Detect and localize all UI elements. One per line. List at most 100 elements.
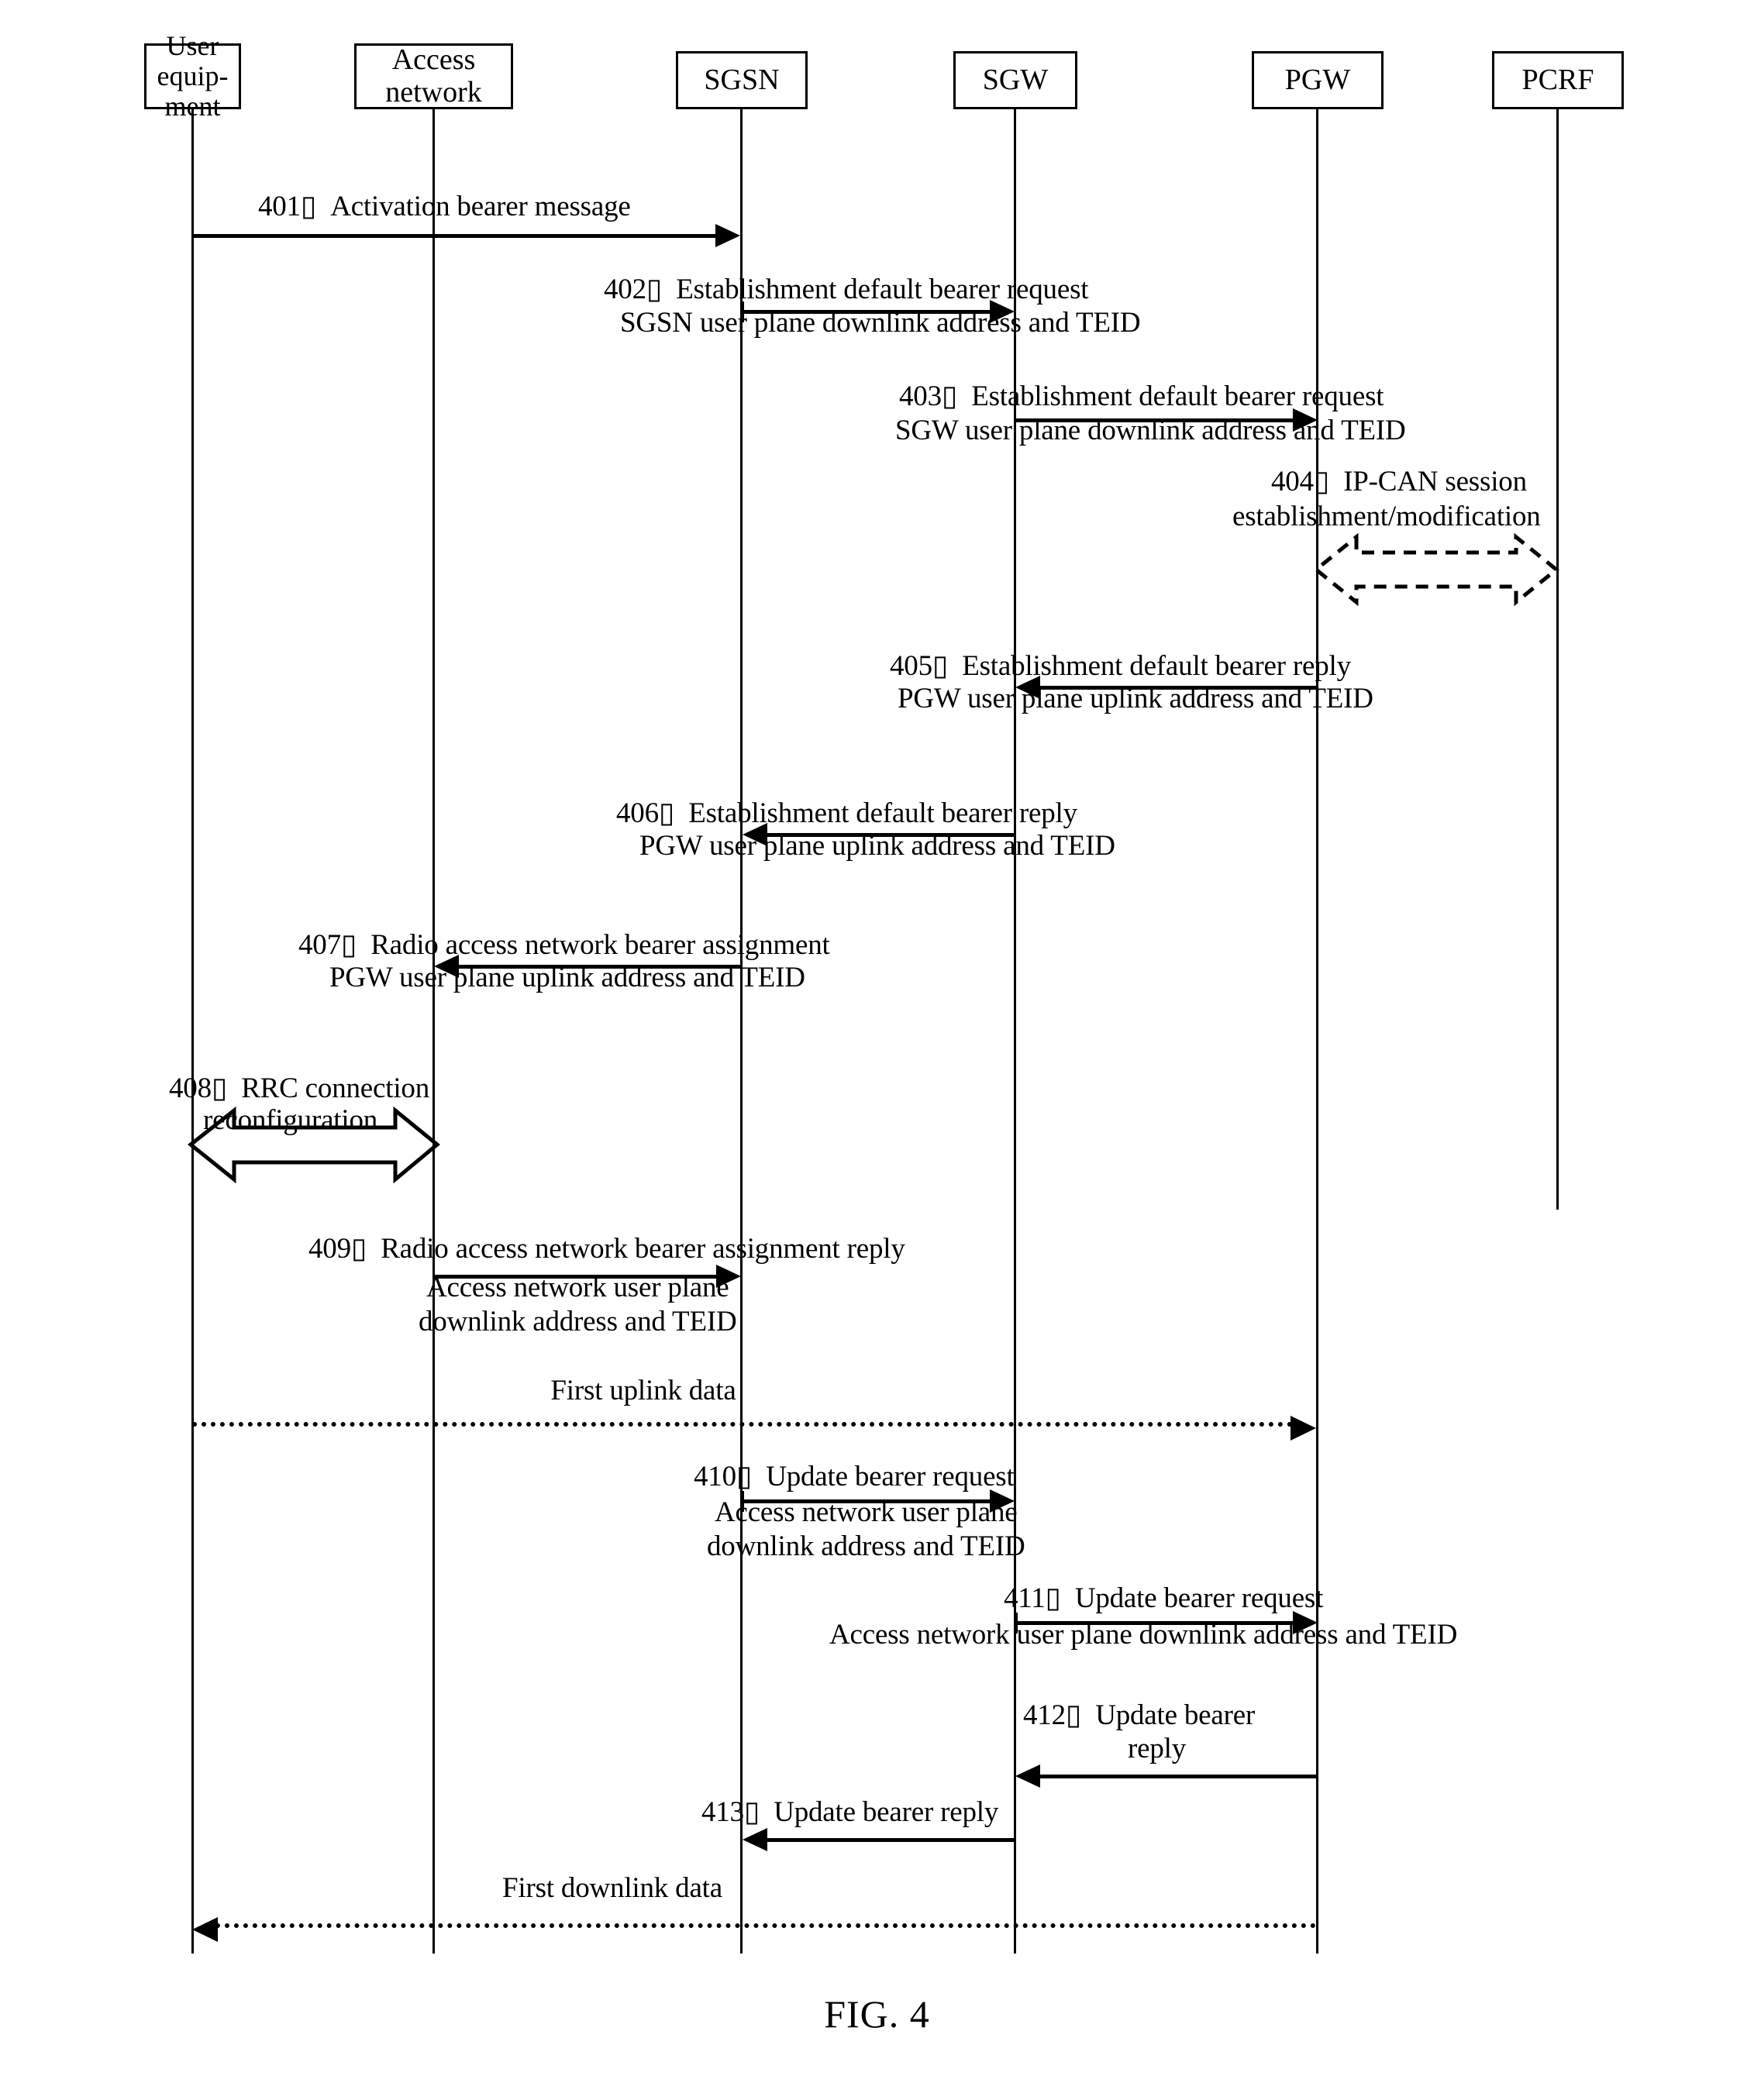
arrowhead-right-icon [715, 224, 740, 247]
message-label-410: 410▯ Update bearer request [694, 1460, 1015, 1494]
message-sublabel-text-402: SGSN user plane downlink address and TEI… [620, 307, 1141, 339]
tofu-glyph-406: ▯ [658, 797, 675, 829]
message-sublabel-406: PGW user plane uplink address and TEID [639, 829, 1115, 863]
tofu-glyph-407: ▯ [340, 929, 357, 961]
message-sublabel-410: Access network user plane downlink addre… [707, 1496, 1025, 1565]
message-label-401: 401▯ Activation bearer message [258, 190, 631, 224]
message-sublabel-412: reply [1128, 1732, 1186, 1766]
message-sublabel-text-407: PGW user plane uplink address and TEID [329, 962, 805, 993]
message-sublabel-407: PGW user plane uplink address and TEID [329, 961, 805, 995]
message-label-412: 412▯ Update bearer [1023, 1699, 1255, 1733]
message-sublabel-text-406: PGW user plane uplink address and TEID [639, 830, 1115, 862]
sequence-diagram-figure: User equip- ment Access network SGSN SGW… [0, 0, 1754, 2100]
tofu-glyph-402: ▯ [646, 274, 663, 305]
message-number-401: 401 [258, 191, 301, 222]
message-number-407: 407 [298, 929, 341, 961]
message-arrow-first-uplink-data [192, 1416, 1316, 1441]
message-label-406: 406▯ Establishment default bearer reply [616, 797, 1077, 831]
message-number-412: 412 [1023, 1699, 1066, 1731]
message-sublabel-404: establishment/modification [1232, 500, 1541, 534]
message-text-412: Update bearer [1095, 1699, 1256, 1731]
message-text-411: Update bearer request [1074, 1582, 1324, 1614]
arrowhead-left-icon [192, 1917, 218, 1942]
tofu-glyph-403: ▯ [941, 380, 958, 412]
tofu-glyph-413: ▯ [743, 1796, 760, 1828]
message-sublabel-text-403: SGW user plane downlink address and TEID [895, 415, 1406, 446]
bidirectional-block-arrow-404 [1311, 531, 1561, 608]
message-number-406: 406 [616, 797, 659, 829]
message-label-first-uplink-data: First uplink data [550, 1374, 736, 1408]
actor-box-pcrf: PCRF [1492, 51, 1624, 109]
message-arrow-401 [193, 224, 740, 247]
tofu-glyph-401: ▯ [300, 191, 317, 222]
message-sublabel-text-405: PGW user plane uplink address and TEID [898, 683, 1373, 714]
message-arrow-412 [1015, 1764, 1316, 1788]
message-number-409: 409 [308, 1233, 351, 1265]
message-sublabel-text-404: establishment/modification [1232, 501, 1541, 532]
actor-box-pgw: PGW [1252, 51, 1384, 109]
actor-box-user-equipment: User equip- ment [144, 31, 241, 121]
message-text-409: Radio access network bearer assignment r… [381, 1233, 905, 1265]
message-sublabel-409: Access network user plane downlink addre… [419, 1271, 737, 1340]
tofu-glyph-405: ▯ [932, 650, 949, 682]
message-label-411: 411▯ Update bearer request [1004, 1582, 1323, 1616]
actor-label-sgw: SGW [982, 63, 1049, 96]
message-sublabel-text-410: Access network user plane downlink addre… [707, 1496, 1025, 1563]
lifeline-access-network [432, 109, 435, 1954]
arrowhead-right-icon [1291, 1416, 1316, 1441]
bidirectional-block-arrow-408 [186, 1104, 442, 1186]
message-sublabel-text-412: reply [1128, 1733, 1187, 1764]
arrowhead-left-icon [1015, 1764, 1040, 1788]
message-sublabel-411: Access network user plane downlink addre… [829, 1618, 1457, 1652]
message-arrow-first-downlink-data [192, 1917, 1316, 1942]
tofu-glyph-412: ▯ [1065, 1699, 1082, 1731]
message-sublabel-403: SGW user plane downlink address and TEID [895, 414, 1406, 448]
tofu-glyph-404: ▯ [1313, 466, 1330, 497]
actor-box-sgsn: SGSN [676, 51, 808, 109]
bidirectional-block-arrow-408-icon [187, 1106, 440, 1184]
lifeline-user-equipment [191, 109, 194, 1954]
message-label-404: 404▯ IP-CAN session [1271, 465, 1527, 499]
message-sublabel-text-409: Access network user plane downlink addre… [419, 1272, 737, 1338]
arrowhead-left-icon [743, 1828, 767, 1851]
message-label-405: 405▯ Establishment default bearer reply [890, 649, 1351, 683]
actor-label-user-equipment: User equip- ment [157, 30, 229, 122]
message-number-405: 405 [890, 650, 932, 682]
actor-box-sgw: SGW [953, 51, 1077, 109]
figure-caption-text: FIG. 4 [824, 1992, 930, 2036]
message-sublabel-402: SGSN user plane downlink address and TEI… [620, 306, 1141, 340]
message-arrow-413 [743, 1828, 1014, 1851]
message-label-first-downlink-data: First downlink data [502, 1871, 722, 1905]
actor-label-access-network: Access network [385, 43, 482, 108]
message-text-404: IP-CAN session [1343, 466, 1527, 497]
message-text-402: Establishment default bearer request [676, 274, 1089, 305]
figure-caption: FIG. 4 [0, 1992, 1754, 2036]
actor-box-access-network: Access network [354, 43, 513, 109]
actor-label-sgsn: SGSN [704, 63, 780, 96]
bidirectional-block-arrow-404-icon [1313, 532, 1559, 607]
message-label-402: 402▯ Establishment default bearer reques… [604, 273, 1089, 307]
message-label-413: 413▯ Update bearer reply [701, 1795, 998, 1830]
message-number-404: 404 [1271, 466, 1314, 497]
tofu-glyph-411: ▯ [1045, 1582, 1061, 1614]
message-number-411: 411 [1004, 1582, 1046, 1614]
message-text-first-uplink-data: First uplink data [550, 1375, 736, 1406]
message-number-402: 402 [604, 274, 646, 305]
message-text-403: Establishment default bearer request [971, 380, 1384, 412]
message-text-408: RRC connection [241, 1072, 430, 1104]
actor-label-pcrf: PCRF [1521, 63, 1594, 96]
message-text-410: Update bearer request [766, 1461, 1015, 1492]
actor-label-pgw: PGW [1284, 63, 1351, 96]
tofu-glyph-410: ▯ [736, 1461, 753, 1492]
lifeline-sgsn [740, 109, 743, 1954]
lifeline-pcrf [1556, 109, 1559, 1210]
message-sublabel-text-411: Access network user plane downlink addre… [829, 1619, 1458, 1651]
message-number-410: 410 [694, 1461, 736, 1492]
message-text-first-downlink-data: First downlink data [502, 1872, 722, 1904]
message-label-408: 408▯ RRC connection [169, 1072, 429, 1106]
tofu-glyph-409: ▯ [350, 1233, 367, 1265]
message-label-409: 409▯ Radio access network bearer assignm… [308, 1232, 905, 1266]
message-label-407: 407▯ Radio access network bearer assignm… [298, 928, 830, 962]
message-number-403: 403 [899, 380, 942, 412]
message-number-413: 413 [701, 1796, 744, 1828]
